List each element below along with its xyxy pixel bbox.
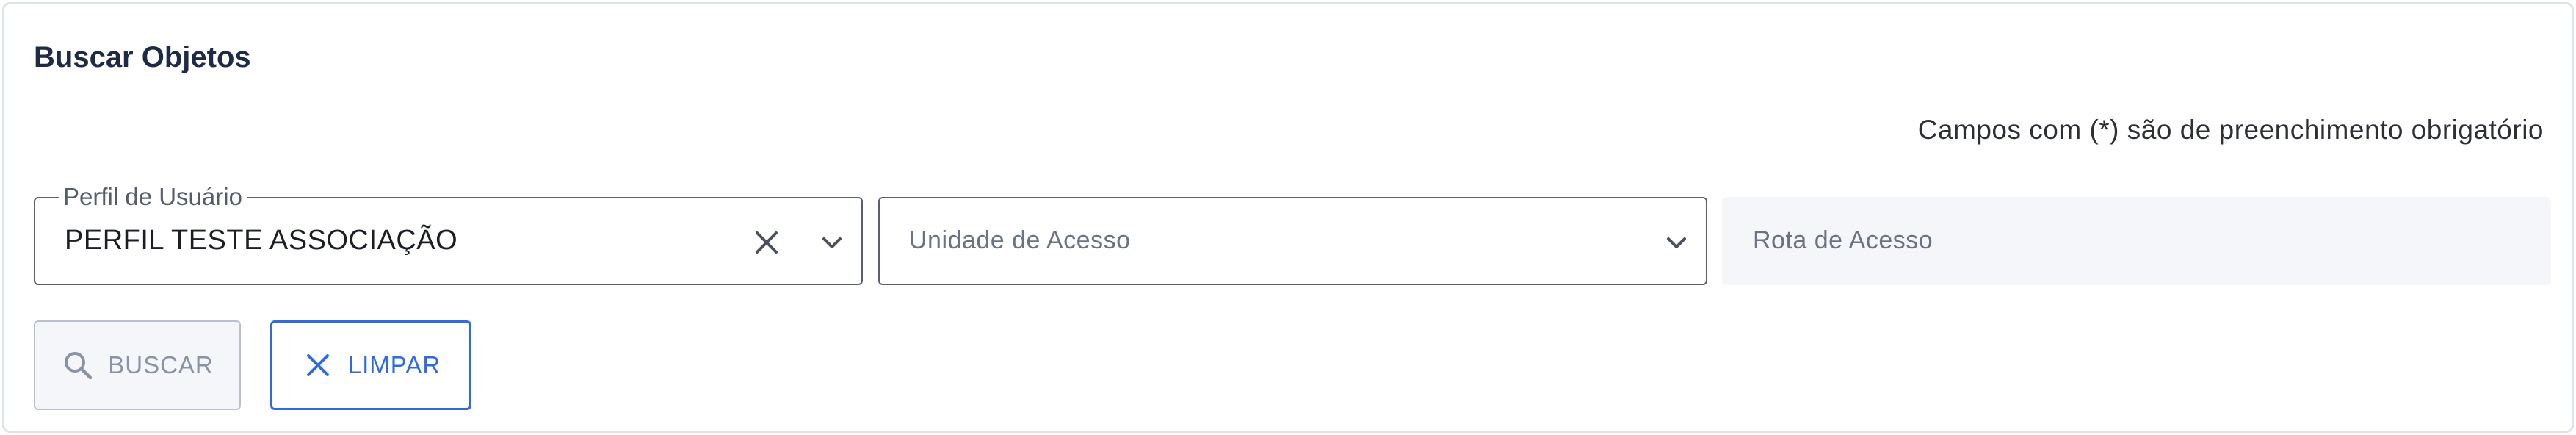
profile-select[interactable]: Perfil de Usuário PERFIL TESTE ASSOCIAÇÃ… xyxy=(34,184,863,285)
search-icon xyxy=(65,352,93,380)
chevron-down-icon[interactable] xyxy=(1662,228,1691,257)
search-objects-card: Buscar Objetos Campos com (*) são de pre… xyxy=(2,2,2574,433)
unit-select[interactable]: Unidade de Acesso xyxy=(878,197,1707,285)
close-icon[interactable] xyxy=(749,225,784,260)
search-button[interactable]: BUSCAR xyxy=(34,320,241,410)
profile-select-value: PERFIL TESTE ASSOCIAÇÃO xyxy=(65,225,458,256)
clear-button[interactable]: LIMPAR xyxy=(270,320,471,410)
unit-select-placeholder: Unidade de Acesso xyxy=(909,226,1131,254)
required-fields-note: Campos com (*) são de preenchimento obri… xyxy=(1917,115,2544,145)
clear-button-label: LIMPAR xyxy=(347,351,441,378)
page-title: Buscar Objetos xyxy=(34,41,251,73)
route-select[interactable]: Rota de Acesso xyxy=(1722,197,2551,285)
route-select-placeholder: Rota de Acesso xyxy=(1753,226,1933,254)
search-button-label: BUSCAR xyxy=(108,351,214,378)
close-icon xyxy=(306,354,329,376)
profile-select-label: Perfil de Usuário xyxy=(59,184,247,210)
chevron-down-icon[interactable] xyxy=(817,228,847,257)
